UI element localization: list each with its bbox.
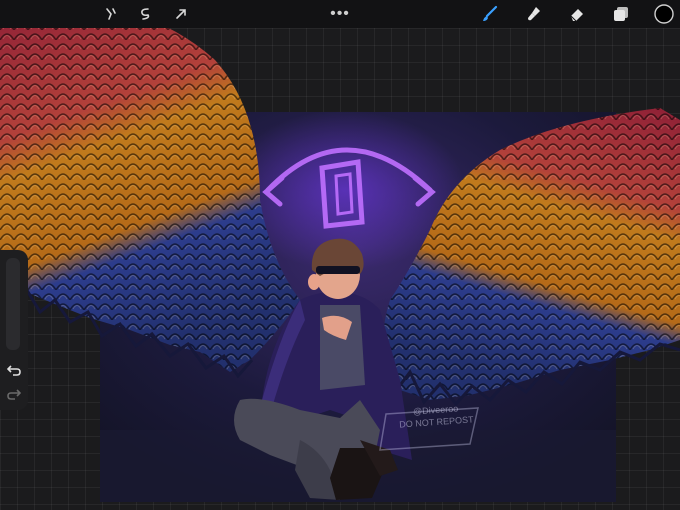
adjustments-icon[interactable] [100, 0, 122, 28]
brush-icon[interactable] [478, 0, 502, 28]
smudge-icon[interactable] [522, 0, 546, 28]
redo-icon[interactable] [4, 384, 24, 404]
more-menu-button[interactable]: ••• [328, 0, 352, 28]
top-toolbar: ••• [0, 0, 680, 28]
left-sidebar [0, 250, 28, 410]
color-swatch[interactable] [652, 0, 676, 28]
layers-icon[interactable] [609, 0, 633, 28]
brush-size-slider[interactable] [6, 258, 20, 350]
left-wing [0, 0, 300, 379]
undo-icon[interactable] [4, 360, 24, 380]
eraser-icon[interactable] [565, 0, 589, 28]
selection-icon[interactable] [134, 0, 156, 28]
artwork-canvas[interactable] [0, 0, 680, 510]
transform-icon[interactable] [170, 0, 192, 28]
